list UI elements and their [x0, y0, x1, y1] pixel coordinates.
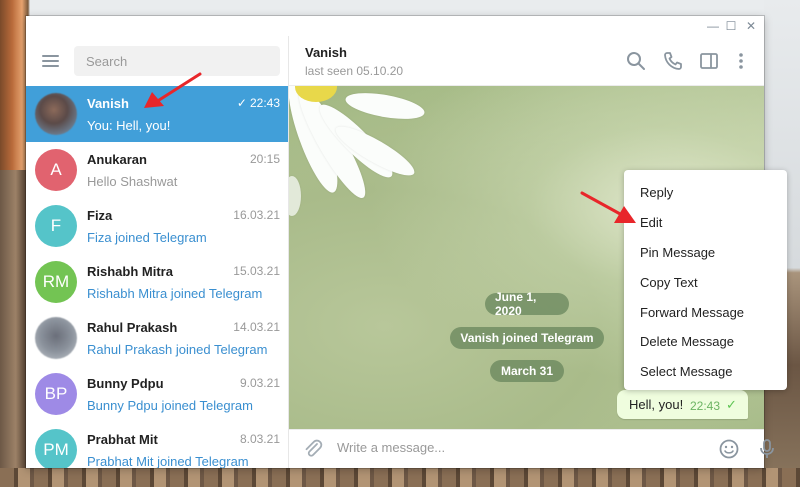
chat-item-rishabh-mitra[interactable]: RM Rishabh Mitra 15.03.21 Rishabh Mitra …	[26, 254, 288, 310]
menu-item-select-message[interactable]: Select Message	[624, 357, 787, 387]
message-input[interactable]: Write a message...	[337, 440, 445, 455]
chat-name: Rahul Prakash	[87, 320, 178, 335]
chat-list: Vanish ✓ 22:43 You: Hell, you! A Anukaran…	[26, 86, 288, 468]
service-date-pill: June 1, 2020	[485, 290, 569, 318]
phone-icon[interactable]	[661, 49, 685, 73]
avatar	[35, 317, 77, 359]
chat-time: 15.03.21	[233, 264, 280, 278]
chat-name: Fiza	[87, 208, 113, 223]
chat-item-rahul-prakash[interactable]: Rahul Prakash 14.03.21 Rahul Prakash joi…	[26, 310, 288, 366]
emoji-icon[interactable]	[717, 437, 741, 461]
avatar: A	[35, 149, 77, 191]
annotation-arrow-icon	[580, 191, 636, 223]
close-button[interactable]: ✕	[740, 16, 762, 36]
read-check-icon: ✓	[236, 96, 247, 110]
outgoing-message-bubble[interactable]: Hell, you! 22:43 ✓	[617, 390, 748, 419]
chat-time: 9.03.21	[239, 376, 280, 390]
menu-item-pin-message[interactable]: Pin Message	[624, 238, 787, 268]
chat-name: Rishabh Mitra	[87, 264, 173, 279]
service-date-pill: March 31	[490, 360, 564, 382]
avatar: BP	[35, 373, 77, 415]
maximize-button[interactable]: ☐	[720, 16, 742, 36]
chat-name: Anukaran	[87, 152, 147, 167]
service-joined-pill: Vanish joined Telegram	[450, 327, 604, 349]
chat-header: Vanish last seen 05.10.20	[289, 36, 764, 86]
message-context-menu: Reply Edit Pin Message Copy Text Forward…	[624, 170, 787, 390]
chat-preview: You: Hell, you!	[87, 118, 171, 133]
attach-icon[interactable]	[301, 437, 325, 461]
annotation-arrow-icon	[144, 72, 202, 108]
avatar: F	[35, 205, 77, 247]
avatar	[35, 93, 77, 135]
chat-item-fiza[interactable]: F Fiza 16.03.21 Fiza joined Telegram	[26, 198, 288, 254]
avatar: PM	[35, 429, 77, 468]
menu-item-delete-message[interactable]: Delete Message	[624, 327, 787, 357]
chat-time: ✓ 22:43	[237, 96, 280, 110]
chat-time-value: 22:43	[249, 96, 280, 110]
menu-item-forward-message[interactable]: Forward Message	[624, 297, 787, 327]
chat-name: Vanish	[87, 96, 129, 111]
peer-status: last seen 05.10.20	[305, 64, 404, 78]
chat-preview: Rahul Prakash joined Telegram	[87, 342, 268, 357]
menu-item-copy-text[interactable]: Copy Text	[624, 267, 787, 297]
message-text: Hell, you!	[629, 397, 684, 412]
chat-preview: Bunny Pdpu joined Telegram	[87, 398, 253, 413]
title-bar: — ☐ ✕	[26, 16, 764, 36]
chat-time: 16.03.21	[233, 208, 280, 222]
chat-preview: Rishabh Mitra joined Telegram	[87, 286, 263, 301]
more-options-icon[interactable]	[729, 49, 753, 73]
chat-item-bunny-pdpu[interactable]: BP Bunny Pdpu 9.03.21 Bunny Pdpu joined …	[26, 366, 288, 422]
menu-item-reply[interactable]: Reply	[624, 178, 787, 208]
daisy-petal	[289, 176, 301, 216]
chat-time: 14.03.21	[233, 320, 280, 334]
read-check-icon: ✓	[726, 397, 737, 412]
microphone-icon[interactable]	[755, 437, 779, 461]
chat-name: Bunny Pdpu	[87, 376, 164, 391]
chat-item-prabhat-mit[interactable]: PM Prabhat Mit 8.03.21 Prabhat Mit joine…	[26, 422, 288, 468]
chat-preview: Prabhat Mit joined Telegram	[87, 454, 249, 468]
avatar: RM	[35, 261, 77, 303]
message-composer: Write a message...	[289, 429, 774, 468]
chat-time: 20:15	[249, 152, 280, 166]
chat-preview: Fiza joined Telegram	[87, 230, 207, 245]
peer-name[interactable]: Vanish	[305, 45, 347, 60]
chat-item-anukaran[interactable]: A Anukaran 20:15 Hello Shashwat	[26, 142, 288, 198]
wallpaper-fence	[0, 170, 26, 470]
daisy-petal	[343, 88, 427, 124]
chat-preview: Hello Shashwat	[87, 174, 178, 189]
search-icon[interactable]	[624, 49, 648, 73]
wallpaper-bottom	[0, 468, 800, 487]
chat-name: Prabhat Mit	[87, 432, 158, 447]
menu-item-edit[interactable]: Edit	[624, 208, 787, 238]
chat-time: 8.03.21	[239, 432, 280, 446]
message-time: 22:43	[690, 399, 721, 413]
hamburger-menu-icon[interactable]	[36, 50, 64, 72]
sidebar-toggle-icon[interactable]	[697, 49, 721, 73]
